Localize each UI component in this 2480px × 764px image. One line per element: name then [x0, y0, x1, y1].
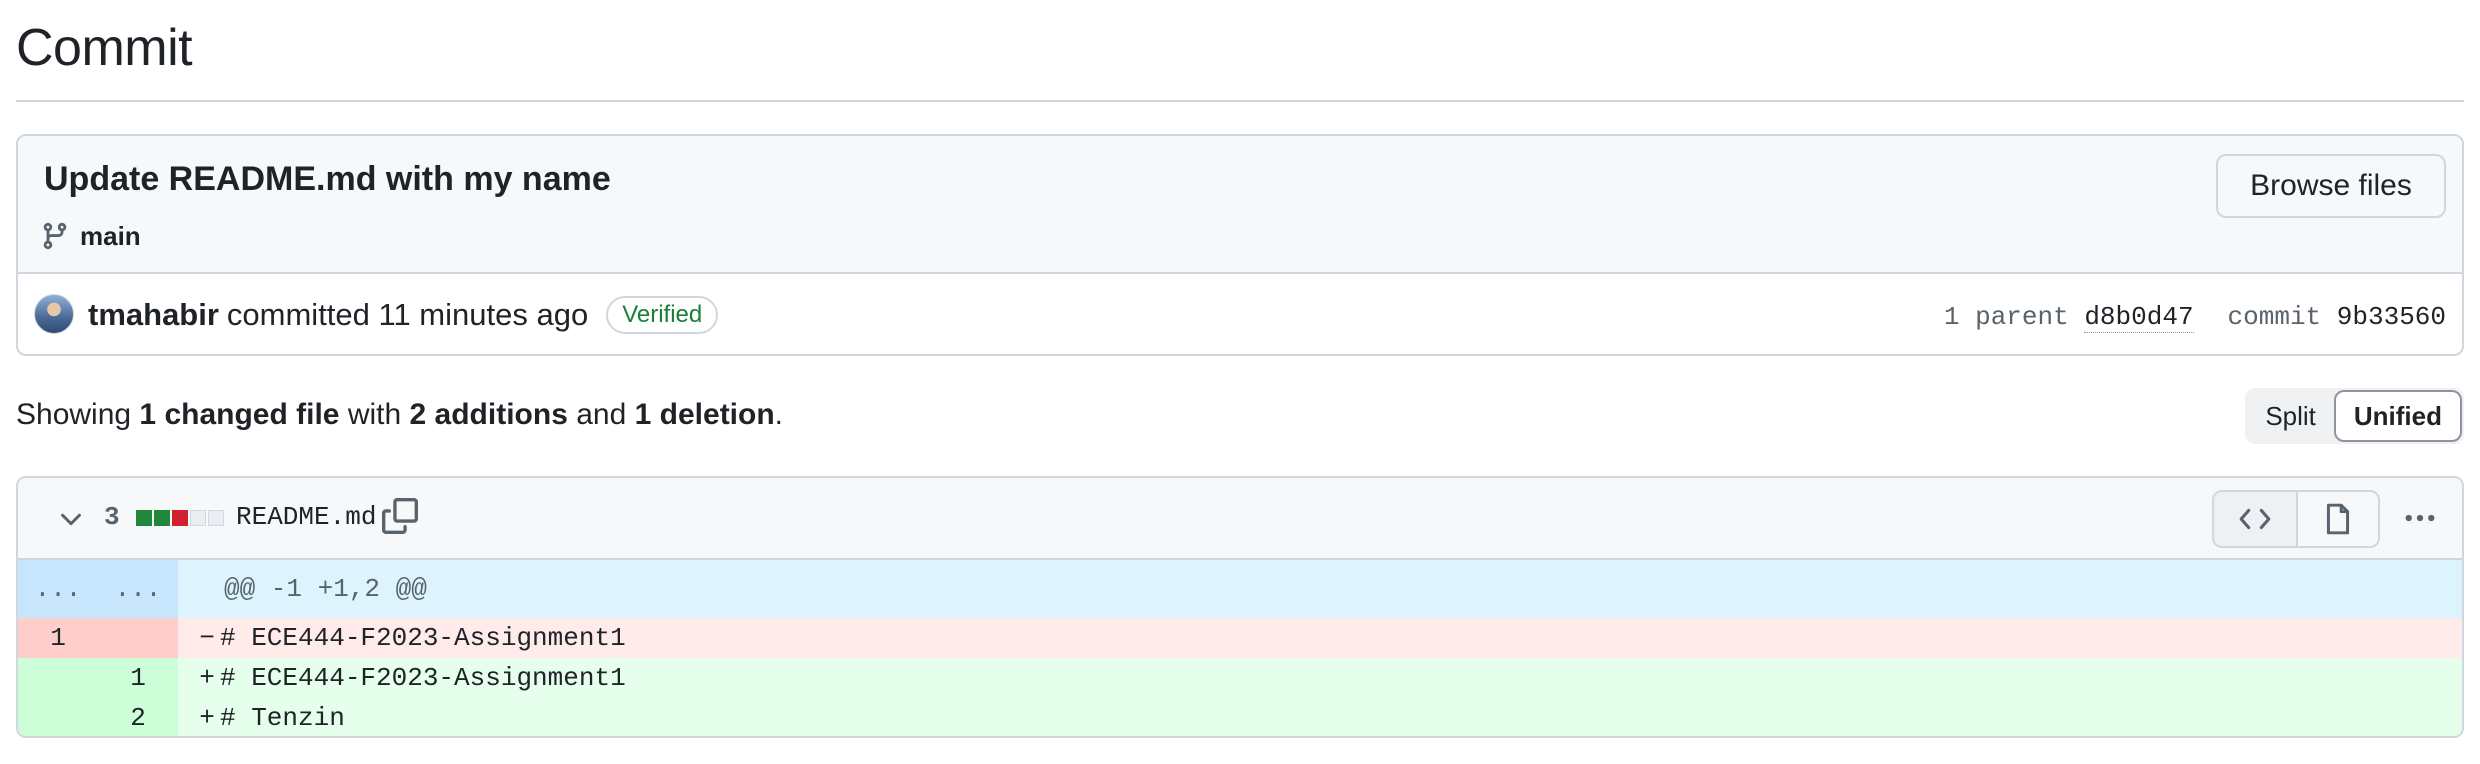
- author-line: tmahabir committed 11 minutes ago Verifi…: [88, 296, 719, 334]
- diffstat-bar: [136, 510, 224, 526]
- changes-count: 3: [104, 502, 120, 532]
- hunk-header-row: ... ... @@ -1 +1,2 @@: [18, 560, 2462, 618]
- page-title: Commit: [16, 19, 193, 77]
- line-number-gutter: 2: [18, 698, 178, 736]
- diffstat-square-neu: [190, 510, 206, 526]
- line-number-gutter: 1: [18, 618, 178, 658]
- diffstat-square-add: [136, 510, 152, 526]
- git-branch-icon: [43, 222, 67, 250]
- commit-message: Update README.md with my name: [44, 160, 611, 198]
- diff-sign: +: [199, 663, 215, 693]
- old-line-number[interactable]: 1: [18, 623, 98, 653]
- source-view-button[interactable]: [2214, 492, 2296, 546]
- diff-line-deletion: 1 − # ECE444-F2023-Assignment1: [18, 618, 2462, 658]
- more-options-icon[interactable]: [2402, 500, 2438, 536]
- hunk-old-expand[interactable]: ...: [18, 574, 98, 604]
- avatar[interactable]: [34, 294, 74, 334]
- diff-code: # Tenzin: [220, 703, 345, 733]
- unified-view-button[interactable]: Unified: [2333, 390, 2462, 442]
- summary-and: and: [576, 398, 627, 431]
- file-icon: [2326, 503, 2350, 535]
- diffstat-square-neu: [208, 510, 224, 526]
- diffstat-square-add: [154, 510, 170, 526]
- commit-header: Update README.md with my name main Brows…: [18, 136, 2462, 274]
- summary-suffix: .: [774, 398, 784, 431]
- commit-meta: tmahabir committed 11 minutes ago Verifi…: [18, 276, 2462, 354]
- diff-line-addition: 2 + # Tenzin: [18, 698, 2462, 736]
- hunk-expand-gutter[interactable]: ... ...: [18, 560, 178, 618]
- diff-code: # ECE444-F2023-Assignment1: [220, 623, 626, 653]
- diff-summary: Showing 1 changed file with 2 additions …: [16, 398, 783, 432]
- copy-icon[interactable]: [382, 498, 418, 534]
- new-line-number[interactable]: 2: [98, 703, 178, 733]
- branch-indicator[interactable]: main: [40, 220, 141, 252]
- file-view-toggle: [2212, 490, 2380, 548]
- title-divider: [16, 100, 2464, 102]
- diff-body: ... ... @@ -1 +1,2 @@ 1− # ECE444-F2023-A…: [18, 560, 2462, 736]
- summary-prefix: Showing: [16, 398, 132, 431]
- diff-file-header: 3 README.md: [18, 478, 2462, 560]
- commit-action: committed 11 minutes ago: [226, 297, 589, 332]
- hunk-new-expand[interactable]: ...: [98, 574, 178, 604]
- browse-files-button[interactable]: Browse files: [2216, 154, 2446, 218]
- diff-sign: −: [199, 623, 215, 653]
- commit-label: commit: [2227, 302, 2322, 332]
- summary-deletions: 1 deletion: [634, 398, 775, 431]
- commit-sha: 9b33560: [2336, 302, 2446, 332]
- hunk-header-text: @@ -1 +1,2 @@: [224, 574, 427, 604]
- line-number-gutter: 1: [18, 658, 178, 698]
- branch-name[interactable]: main: [80, 221, 141, 252]
- diff-view-toggle: Split Unified: [2245, 388, 2464, 444]
- diff-line-addition: 1 + # ECE444-F2023-Assignment1: [18, 658, 2462, 698]
- commit-box: Update README.md with my name main Brows…: [16, 134, 2464, 356]
- chevron-down-icon[interactable]: [56, 504, 86, 534]
- summary-with: with: [347, 398, 402, 431]
- rich-view-button[interactable]: [2296, 492, 2378, 546]
- commit-hashes: 1 parent d8b0d47 commit 9b33560: [1943, 302, 2446, 333]
- code-icon: [2239, 508, 2271, 530]
- summary-additions: 2 additions: [409, 398, 568, 431]
- summary-changed-files: 1 changed file: [139, 398, 340, 431]
- diffstat-square-del: [172, 510, 188, 526]
- parent-label: 1 parent: [1943, 302, 2069, 332]
- diff-code: # ECE444-F2023-Assignment1: [220, 663, 626, 693]
- file-name[interactable]: README.md: [236, 502, 376, 532]
- verified-badge[interactable]: Verified: [606, 296, 719, 334]
- author-name[interactable]: tmahabir: [88, 297, 219, 333]
- new-line-number[interactable]: 1: [98, 663, 178, 693]
- diff-file: 3 README.md ... ... @@ -1 +1,2 @@ 1− # EC…: [16, 476, 2464, 738]
- parent-sha-link[interactable]: d8b0d47: [2084, 302, 2194, 333]
- diff-sign: +: [199, 703, 215, 733]
- split-view-button[interactable]: Split: [2247, 390, 2334, 442]
